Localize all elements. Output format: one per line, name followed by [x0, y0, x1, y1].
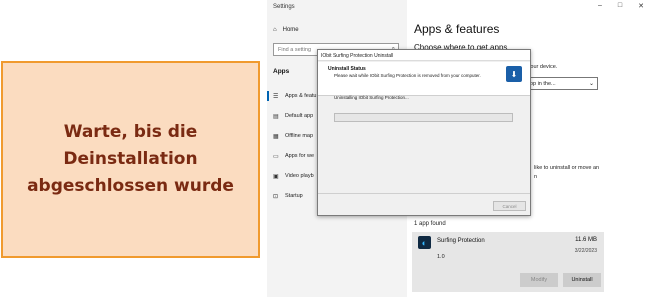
chevron-down-icon: ⌄ — [588, 81, 594, 87]
nav-home-label: Home — [282, 27, 299, 33]
sidebar-item-label: Apps & featu — [285, 93, 317, 99]
modify-button[interactable]: Modify — [520, 273, 558, 287]
default-apps-icon: ▤ — [273, 113, 279, 120]
video-icon: ▣ — [273, 173, 279, 180]
uninstall-dialog: IObit Surfing Protection Uninstall Unins… — [317, 49, 531, 216]
apps-list-icon: ☰ — [273, 93, 279, 100]
status-description: Please wait while IObit Surfing Protecti… — [334, 73, 481, 78]
status-title: Uninstall Status — [328, 66, 366, 72]
page-title: Apps & features — [414, 22, 500, 36]
uninstall-button[interactable]: Uninstall — [563, 273, 601, 287]
sidebar-item-label: Video playb — [285, 173, 314, 179]
screenshot-stage: Warte, bis die Deinstallation abgeschlos… — [0, 0, 650, 297]
search-placeholder: Find a setting — [278, 47, 312, 53]
sidebar-item-label: Startup — [285, 193, 303, 199]
nav-home[interactable]: ⌂ Home — [273, 27, 299, 33]
installer-logo-icon: ⬇ — [506, 66, 522, 82]
uninstall-hint: like to uninstall or move an n — [534, 165, 600, 180]
close-button[interactable]: ✕ — [638, 2, 644, 10]
instruction-callout: Warte, bis die Deinstallation abgeschlos… — [1, 61, 260, 258]
maximize-button[interactable]: □ — [618, 2, 622, 10]
sidebar-item-label: Offline map — [285, 133, 314, 139]
startup-icon: ⊡ — [273, 193, 279, 200]
map-icon: ▦ — [273, 133, 279, 140]
dialog-header: Uninstall Status Please wait while IObit… — [318, 62, 530, 96]
web-apps-icon: ▭ — [273, 153, 279, 160]
sidebar-item-label: Apps for we — [285, 153, 315, 159]
app-version: 1.0 — [437, 254, 445, 260]
surfing-protection-app-icon: ◐ — [418, 236, 431, 249]
dialog-title: IObit Surfing Protection Uninstall — [318, 50, 530, 61]
app-date: 3/22/2023 — [574, 248, 597, 254]
window-controls: – □ ✕ — [598, 2, 644, 10]
window-title: Settings — [273, 4, 295, 10]
sidebar-item-label: Default app — [285, 113, 314, 119]
home-icon: ⌂ — [273, 27, 277, 33]
sidebar-section-title: Apps — [273, 68, 290, 75]
progress-text: Uninstalling IObit Surfing Protection... — [334, 95, 409, 100]
progress-bar — [334, 113, 513, 122]
apps-found-count: 1 app found — [414, 221, 446, 227]
app-name: Surfing Protection — [437, 238, 485, 244]
cancel-button[interactable]: Cancel — [493, 201, 526, 211]
minimize-button[interactable]: – — [598, 2, 602, 10]
app-size: 11.6 MB — [575, 237, 597, 243]
app-list-item[interactable]: ◐ Surfing Protection 11.6 MB 3/22/2023 1… — [412, 232, 604, 292]
callout-text: Warte, bis die Deinstallation abgeschlos… — [27, 122, 234, 196]
dialog-divider — [318, 193, 530, 194]
